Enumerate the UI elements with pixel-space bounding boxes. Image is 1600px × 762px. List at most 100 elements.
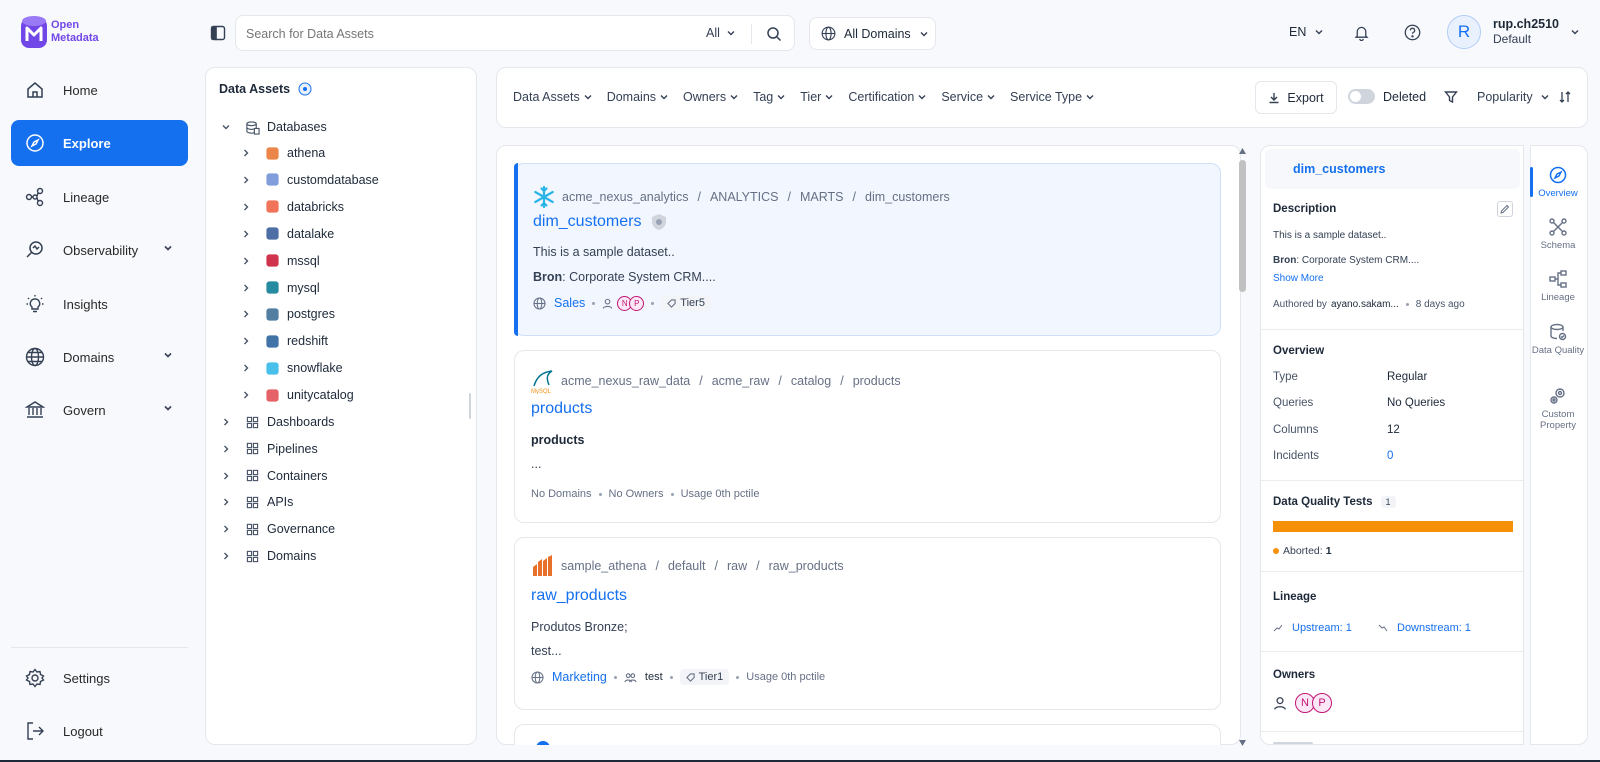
filter-dropdown-owners[interactable]: Owners bbox=[683, 90, 739, 104]
tab-data-quality[interactable]: Data Quality bbox=[1530, 322, 1586, 356]
tab-lineage[interactable]: Lineage bbox=[1530, 269, 1586, 303]
tree-item-postgres[interactable]: postgres bbox=[238, 301, 335, 327]
sidebar-item-observability[interactable]: Observability bbox=[11, 227, 188, 273]
tab-custom-property[interactable]: Custom Property bbox=[1530, 386, 1586, 431]
tree-item-containers[interactable]: Containers bbox=[218, 463, 327, 489]
domain-link[interactable]: Marketing bbox=[552, 670, 607, 684]
owner-avatar[interactable]: P bbox=[1312, 693, 1332, 713]
tree-item-domains[interactable]: Domains bbox=[218, 543, 316, 569]
breadcrumb-item[interactable]: dim_customers bbox=[865, 190, 950, 204]
breadcrumb-item[interactable]: acme_nexus_analytics bbox=[562, 190, 688, 204]
chevron-right-icon[interactable] bbox=[238, 280, 254, 296]
breadcrumb-item[interactable]: default bbox=[668, 559, 706, 573]
result-title-link[interactable]: products bbox=[531, 400, 592, 418]
owner-avatar[interactable]: P bbox=[629, 295, 645, 311]
tree-item-databases[interactable]: Databases bbox=[218, 114, 327, 140]
search-input[interactable] bbox=[246, 24, 666, 44]
sidebar-item-settings[interactable]: Settings bbox=[11, 655, 188, 701]
export-button[interactable]: Export bbox=[1255, 81, 1337, 114]
chevron-right-icon[interactable] bbox=[218, 548, 234, 564]
sidebar-item-lineage[interactable]: Lineage bbox=[11, 174, 188, 220]
sidebar-toggle-icon[interactable] bbox=[210, 25, 226, 41]
scroll-down-icon[interactable] bbox=[1239, 740, 1246, 746]
tree-item-athena[interactable]: athena bbox=[238, 140, 325, 166]
tab-schema[interactable]: Schema bbox=[1530, 217, 1586, 251]
author-name[interactable]: ayano.sakam... bbox=[1331, 299, 1399, 310]
tree-item-dashboards[interactable]: Dashboards bbox=[218, 409, 334, 435]
result-title-link[interactable]: raw_products bbox=[531, 587, 627, 605]
scroll-thumb[interactable] bbox=[1239, 160, 1246, 292]
tree-item-customdatabase[interactable]: customdatabase bbox=[238, 167, 379, 193]
sidebar-item-domains[interactable]: Domains bbox=[11, 334, 188, 380]
filter-dropdown-certification[interactable]: Certification bbox=[848, 90, 927, 104]
chevron-right-icon[interactable] bbox=[238, 360, 254, 376]
domain-link[interactable]: Sales bbox=[554, 296, 585, 310]
tree-item-redshift[interactable]: redshift bbox=[238, 328, 328, 354]
incidents-link[interactable]: 0 bbox=[1387, 450, 1393, 462]
sort-select[interactable]: Popularity bbox=[1477, 90, 1550, 104]
tree-item-pipelines[interactable]: Pipelines bbox=[218, 436, 318, 462]
bell-icon[interactable] bbox=[1353, 24, 1370, 41]
filter-dropdown-tag[interactable]: Tag bbox=[753, 90, 786, 104]
sidebar-item-govern[interactable]: Govern bbox=[11, 387, 188, 433]
sidebar-item-home[interactable]: Home bbox=[11, 67, 188, 113]
chevron-right-icon[interactable] bbox=[238, 199, 254, 215]
breadcrumb-item[interactable]: catalog bbox=[791, 374, 831, 388]
info-icon[interactable] bbox=[298, 82, 312, 96]
scroll-up-icon[interactable] bbox=[1239, 148, 1246, 154]
result-card[interactable]: MySQL acme_nexus_raw_data / acme_raw / cat… bbox=[514, 350, 1221, 523]
chevron-right-icon[interactable] bbox=[238, 145, 254, 161]
deleted-toggle[interactable]: Deleted bbox=[1348, 89, 1426, 104]
tree-item-datalake[interactable]: datalake bbox=[238, 221, 334, 247]
detail-title-link[interactable]: dim_customers bbox=[1293, 162, 1385, 176]
sidebar-item-insights[interactable]: Insights bbox=[11, 281, 188, 327]
tab-overview[interactable]: Overview bbox=[1530, 165, 1586, 199]
sidebar-item-logout[interactable]: Logout bbox=[11, 708, 188, 754]
sort-order-icon[interactable] bbox=[1558, 90, 1572, 104]
chevron-right-icon[interactable] bbox=[238, 172, 254, 188]
chevron-right-icon[interactable] bbox=[238, 306, 254, 322]
tree-item-mysql[interactable]: mysql bbox=[238, 275, 320, 301]
chevron-down-icon[interactable] bbox=[218, 119, 234, 135]
chevron-right-icon[interactable] bbox=[218, 494, 234, 510]
user-menu[interactable]: R rup.ch2510 Default bbox=[1447, 15, 1597, 51]
downstream-link[interactable]: Downstream: 1 bbox=[1378, 622, 1471, 634]
search-scope-select[interactable]: All bbox=[706, 26, 736, 40]
breadcrumb-item[interactable]: MARTS bbox=[800, 190, 844, 204]
owner-name[interactable]: test bbox=[645, 671, 663, 683]
chevron-right-icon[interactable] bbox=[238, 226, 254, 242]
upstream-link[interactable]: Upstream: 1 bbox=[1273, 622, 1352, 634]
chevron-right-icon[interactable] bbox=[218, 441, 234, 457]
breadcrumb-item[interactable]: raw_products bbox=[769, 559, 844, 573]
domain-select[interactable]: All Domains bbox=[809, 17, 936, 50]
tier-tag[interactable]: Tier5 bbox=[661, 295, 711, 311]
tree-item-unitycatalog[interactable]: unitycatalog bbox=[238, 382, 354, 408]
breadcrumb-item[interactable]: sample_athena bbox=[561, 559, 646, 573]
filter-dropdown-tier[interactable]: Tier bbox=[800, 90, 834, 104]
breadcrumb-item[interactable]: ANALYTICS bbox=[710, 190, 779, 204]
chevron-right-icon[interactable] bbox=[238, 333, 254, 349]
help-icon[interactable] bbox=[1404, 24, 1421, 41]
breadcrumb-item[interactable]: products bbox=[853, 374, 901, 388]
filter-dropdown-service-type[interactable]: Service Type bbox=[1010, 90, 1095, 104]
tree-item-databricks[interactable]: databricks bbox=[238, 194, 344, 220]
filter-dropdown-data-assets[interactable]: Data Assets bbox=[513, 90, 593, 104]
filter-dropdown-domains[interactable]: Domains bbox=[607, 90, 669, 104]
tree-item-snowflake[interactable]: snowflake bbox=[238, 355, 343, 381]
result-title-link[interactable]: dim_customers bbox=[533, 213, 641, 231]
tree-item-governance[interactable]: Governance bbox=[218, 516, 335, 542]
language-select[interactable]: EN bbox=[1289, 25, 1324, 39]
breadcrumb-item[interactable]: acme_raw bbox=[712, 374, 770, 388]
panel-scrollbar[interactable] bbox=[469, 393, 471, 419]
tier-tag[interactable]: Tier1 bbox=[679, 669, 730, 685]
show-more-link[interactable]: Show More bbox=[1273, 273, 1324, 284]
results-scrollbar[interactable] bbox=[1239, 148, 1246, 746]
edit-description-button[interactable] bbox=[1497, 201, 1513, 217]
chevron-right-icon[interactable] bbox=[238, 253, 254, 269]
result-card[interactable]: acme_nexus_analytics / ANALYTICS / MARTS / … bbox=[514, 163, 1221, 336]
logo[interactable]: Open Metadata bbox=[20, 15, 99, 49]
result-card[interactable]: sample_athena / default / raw / raw_product… bbox=[514, 537, 1221, 710]
sidebar-item-explore[interactable]: Explore bbox=[11, 120, 188, 166]
filter-dropdown-service[interactable]: Service bbox=[941, 90, 996, 104]
search-icon[interactable] bbox=[766, 26, 782, 42]
